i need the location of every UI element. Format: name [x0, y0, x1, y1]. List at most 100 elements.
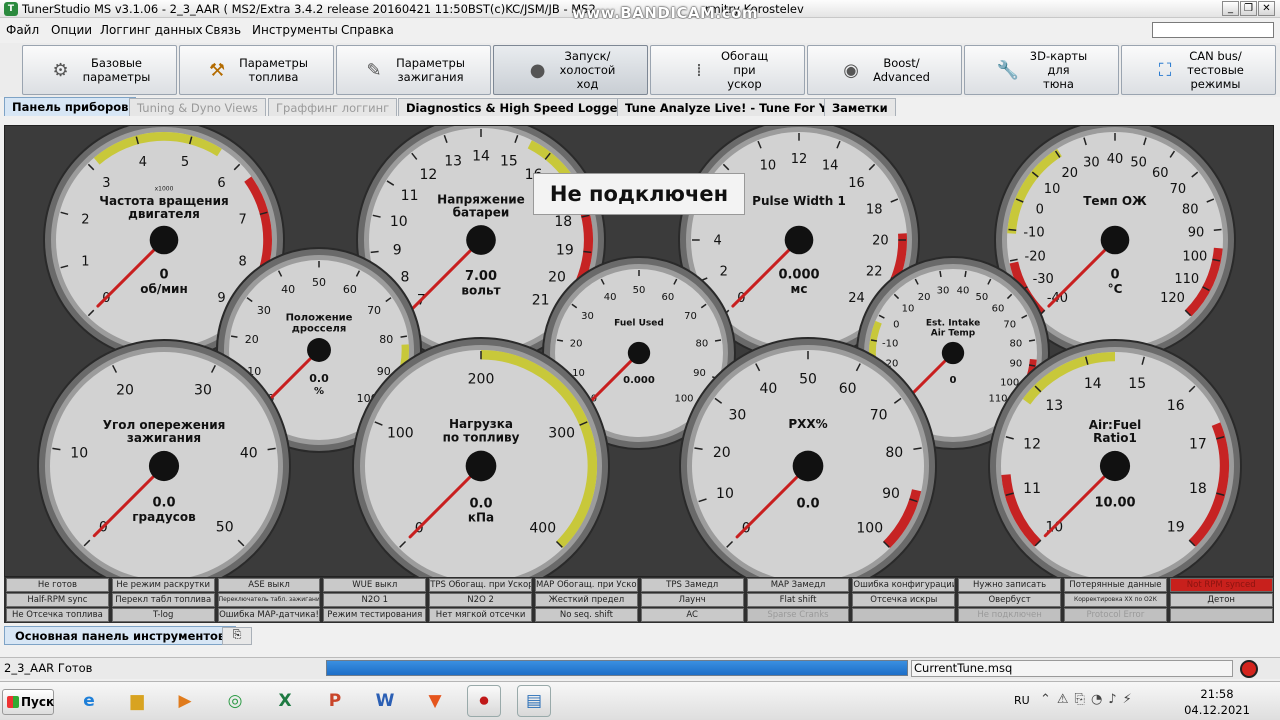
tick-label-tps: 20 [245, 333, 259, 346]
tick-label-fuel: 70 [684, 311, 697, 322]
tick-volts [370, 250, 379, 254]
language-indicator[interactable]: RU [1014, 694, 1030, 707]
powerpoint-icon[interactable]: P [318, 685, 352, 717]
tab-dashboard[interactable]: Панель приборов [4, 97, 137, 116]
gauge-afr: 10111213141516171819Air:FuelRatio110.00 [988, 339, 1242, 578]
indicator-2-8 [852, 608, 956, 622]
gauge-units-tps: % [314, 386, 324, 397]
tick-label-tps: 80 [379, 333, 393, 346]
bandicam-icon[interactable]: ⏺ [467, 685, 501, 717]
status-bar: 2_3_AAR Готов CurrentTune.msq [0, 657, 1280, 679]
gauge-value-pw: 0.000 [778, 268, 819, 283]
clock[interactable]: 21:58 04.12.2021 [1184, 686, 1250, 718]
tab-tune-analyze[interactable]: Tune Analyze Live! - Tune For You [617, 98, 851, 116]
media-player-icon[interactable]: ▶ [168, 685, 202, 717]
gauge-hub-iat [941, 341, 965, 365]
tick-label-clt: 40 [1107, 152, 1124, 167]
indicator-0-8: Ошибка конфигурации [852, 578, 956, 592]
brave-icon[interactable]: ▼ [418, 685, 452, 717]
can-bus-button[interactable]: ⛶ CAN bus/ тестовые режимы [1121, 45, 1276, 95]
tick-label-volts: 19 [556, 242, 574, 258]
excel-icon[interactable]: X [268, 685, 302, 717]
menu-datalog[interactable]: Логгинг данных [100, 23, 203, 37]
menu-help[interactable]: Справка [341, 23, 394, 37]
tab-notes[interactable]: Заметки [824, 98, 896, 116]
tick-tps [400, 335, 408, 338]
indicator-2-2: Ошибка MAP-датчика! [217, 608, 321, 622]
menu-file[interactable]: Файл [6, 23, 39, 37]
tick-label-iat: 70 [1003, 320, 1016, 331]
accel-enrich-button[interactable]: ⁞ Обогащ при ускор [650, 45, 805, 95]
indicator-1-2: Переключатель табл. зажигания [217, 593, 321, 607]
ie-icon[interactable]: e [72, 685, 106, 717]
taskbar: Пуск e ▆ ▶ ◎ X P W ▼ ⏺ ▤ RU ⌃⚠⎘◔♪⚡ 21:58… [0, 681, 1280, 720]
menu-tools[interactable]: Инструменты [252, 23, 338, 37]
tick-label-load: 200 [468, 372, 495, 388]
menu-comms[interactable]: Связь [205, 23, 241, 37]
close-button[interactable]: ✕ [1258, 1, 1275, 16]
gauge-title-iat: Est. Intake [926, 318, 980, 328]
indicator-0-9: Нужно записать [958, 578, 1061, 592]
3d-maps-button[interactable]: 🔧 3D-карты для тюна [964, 45, 1119, 95]
indicator-2-1: T-log [111, 608, 215, 622]
gauge-title-iat: Air Temp [931, 328, 976, 338]
tick-label-rpm: 5 [181, 155, 189, 170]
gauge-title-tps: Положение [286, 313, 353, 324]
tick-label-iac: 80 [885, 445, 903, 461]
gauge-title-afr: Ratio1 [1093, 431, 1137, 445]
folder-icon[interactable]: ▆ [120, 685, 154, 717]
can-bus-label: CAN bus/ тестовые режимы [1187, 49, 1244, 91]
tick-label-afr: 18 [1189, 481, 1207, 497]
tick-label-rpm: 8 [238, 255, 246, 270]
tick-fuel [556, 339, 564, 342]
tick-iat [939, 270, 942, 278]
menu-options[interactable]: Опции [51, 23, 92, 37]
tick-label-tps: 60 [343, 283, 357, 296]
indicator-2-7: Sparse Cranks [746, 608, 850, 622]
start-button[interactable]: Пуск [2, 689, 54, 715]
startup-idle-button[interactable]: ● Запуск/ холостой ход [493, 45, 648, 95]
gauge-title-adv: Угол опережения [103, 418, 226, 432]
connection-status-icon[interactable] [1240, 660, 1258, 678]
add-panel-tab[interactable]: ⎘ [222, 627, 252, 645]
word-icon[interactable]: W [368, 685, 402, 717]
tick-label-clt: 10 [1044, 182, 1061, 197]
tunerstudio-icon[interactable]: ▤ [517, 685, 551, 717]
minimize-button[interactable]: _ [1222, 1, 1239, 16]
tick-label-pw: 22 [866, 265, 883, 280]
clock-date: 04.12.2021 [1184, 703, 1250, 717]
tick-label-fuel: 40 [604, 292, 617, 303]
tick-label-fuel: 90 [693, 368, 706, 379]
ignition-settings-label: Параметры зажигания [396, 56, 465, 84]
gauge-title-volts: батареи [453, 206, 510, 220]
tick-iat [1028, 364, 1036, 367]
system-tray-icons[interactable]: ⌃⚠⎘◔♪⚡ [1040, 692, 1138, 707]
tab-graph-logging[interactable]: Граффинг логгинг [268, 98, 398, 116]
maximize-button[interactable]: ❐ [1240, 1, 1257, 16]
indicator-1-7: Flat shift [746, 593, 850, 607]
tick-label-adv: 40 [240, 445, 258, 461]
chrome-icon[interactable]: ◎ [218, 685, 252, 717]
gauge-value-iac: 0.0 [796, 496, 819, 511]
tick-label-iat: 20 [918, 292, 931, 303]
tick-label-volts: 10 [390, 214, 408, 230]
tick-label-afr: 17 [1189, 437, 1207, 453]
fuel-settings-button[interactable]: ⚒ Параметры топлива [179, 45, 334, 95]
search-input[interactable] [1152, 22, 1274, 38]
tick-label-clt: 20 [1062, 166, 1079, 181]
tab-tuning-dyno[interactable]: Tuning & Dyno Views [129, 98, 266, 116]
boost-advanced-button[interactable]: ◉ Boost/ Advanced [807, 45, 962, 95]
tab-diagnostics[interactable]: Diagnostics & High Speed Loggers [398, 98, 638, 116]
tick-label-fuel: 80 [695, 339, 708, 350]
tick-label-clt: -30 [1033, 272, 1054, 287]
tick-label-rpm: 2 [81, 212, 89, 227]
tick-label-iac: 50 [799, 372, 817, 388]
tab-main-gauge-panel[interactable]: Основная панель инструментов [4, 626, 237, 645]
tick-label-adv: 50 [216, 520, 234, 536]
ignition-settings-button[interactable]: ✎ Параметры зажигания [336, 45, 491, 95]
tick-label-volts: 11 [401, 188, 419, 204]
base-settings-button[interactable]: ⚙ Базовые параметры [22, 45, 177, 95]
gauge-title-fuel: Fuel Used [614, 318, 664, 328]
gauge-title-adv: зажигания [127, 431, 201, 445]
gauge-hub-tps [307, 338, 331, 362]
